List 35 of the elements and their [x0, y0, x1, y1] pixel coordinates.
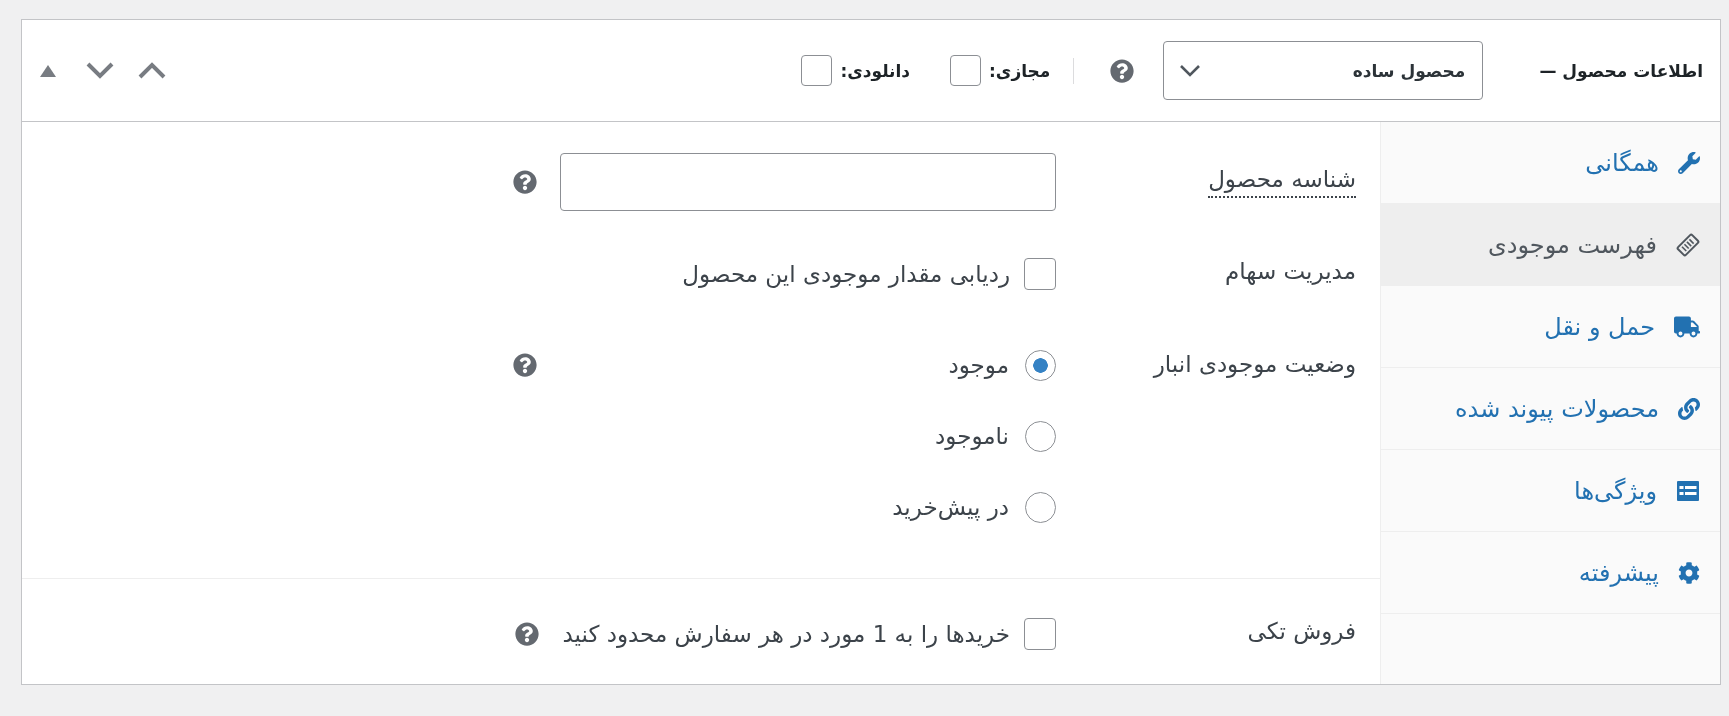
radio-button[interactable] [1025, 492, 1056, 523]
sidebar-tab[interactable]: محصولات پیوند شده [1381, 368, 1720, 450]
triangle-icon[interactable] [40, 64, 56, 77]
checkbox-label: مجازی: [989, 60, 1051, 81]
checkbox-label: خریدها را به 1 مورد در هر سفارش محدود کنید [562, 621, 1010, 647]
product-type-select[interactable]: محصول ساده [1163, 41, 1484, 100]
settings-icon [1678, 561, 1700, 584]
checkbox[interactable] [1024, 258, 1056, 290]
field-label: وضعیت موجودی انبار [1153, 350, 1356, 380]
checkbox-label: ردیابی مقدار موجودی این محصول [682, 261, 1010, 287]
field-label: شناسه محصول [1208, 166, 1356, 198]
checkbox[interactable] [801, 55, 833, 86]
chevron-down-icon[interactable] [86, 62, 114, 79]
panel-title: اطلاعات محصول — [1539, 60, 1703, 81]
chevron-up-icon[interactable] [138, 62, 166, 79]
caret-icon [1179, 64, 1202, 77]
sidebar-tab[interactable]: ویژگی‌ها [1381, 450, 1720, 532]
sidebar-tab[interactable]: حمل و نقل [1381, 286, 1720, 368]
sidebar-tab[interactable]: پیشرفته [1381, 532, 1720, 614]
radio-label: موجود [948, 351, 1009, 380]
checkbox[interactable] [950, 55, 982, 86]
list-icon [1676, 479, 1700, 502]
checkbox[interactable] [1024, 618, 1056, 650]
field-label: فروش تکی [1247, 618, 1356, 647]
wrench-icon [1678, 151, 1700, 174]
radio-label: ناموجود [935, 422, 1009, 451]
checkbox-label: دانلودی: [840, 60, 911, 81]
text-field[interactable] [560, 153, 1056, 211]
field-label: مدیریت سهام [1225, 258, 1356, 287]
sidebar-tab[interactable]: فهرست موجودی [1381, 204, 1720, 286]
tag-icon [1676, 232, 1700, 257]
radio-label: در پیش‌خرید [892, 493, 1009, 522]
radio-button[interactable] [1025, 350, 1056, 381]
link-icon [1678, 397, 1700, 420]
radio-button[interactable] [1025, 421, 1056, 452]
